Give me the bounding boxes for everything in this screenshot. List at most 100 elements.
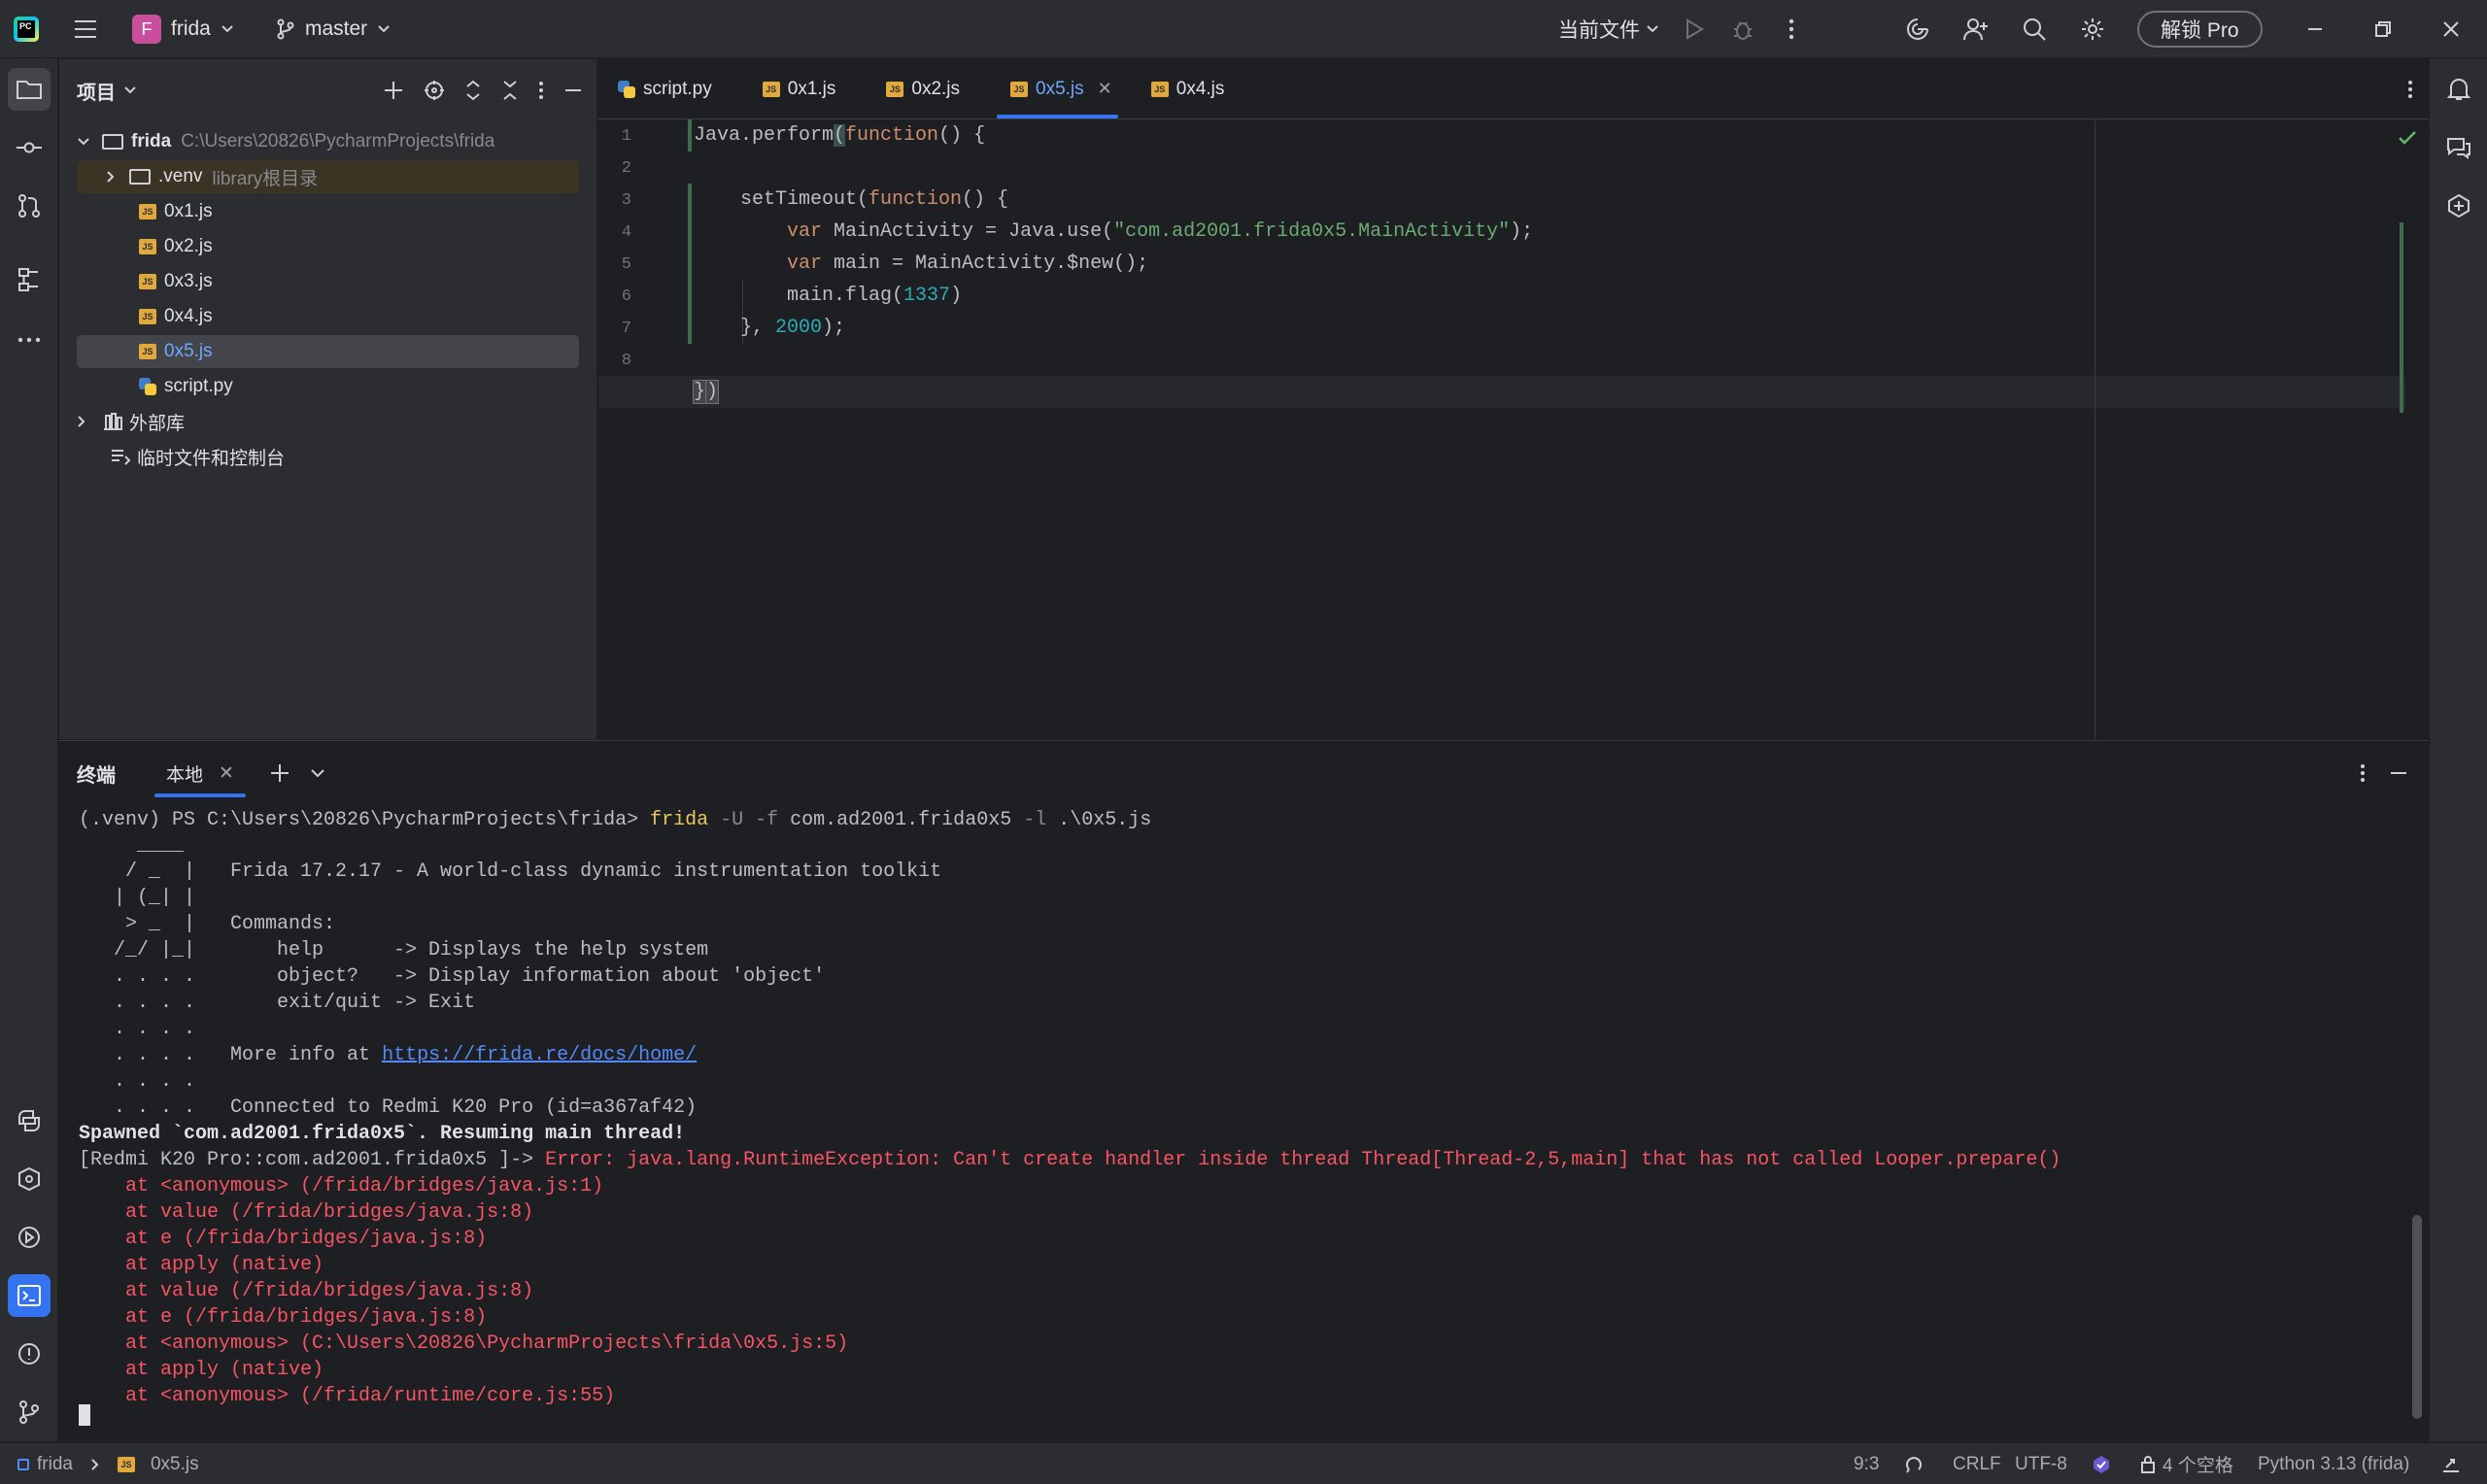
run-tool-icon[interactable] [8, 1216, 51, 1259]
project-widget[interactable]: F frida [132, 0, 234, 58]
hide-panel-icon[interactable] [563, 80, 583, 101]
chevron-down-icon [124, 86, 136, 94]
no-problems-check-icon[interactable] [2398, 129, 2417, 152]
tab-script-py[interactable]: script.py [598, 59, 733, 118]
chevron-right-icon [91, 1458, 99, 1470]
tree-scratches[interactable]: 临时文件和控制台 [77, 440, 579, 473]
title-bar: PC F frida master 当前文件 解锁 Pro [0, 0, 2487, 58]
readonly-toggle-icon[interactable] [1904, 1443, 1924, 1484]
new-file-icon[interactable] [383, 80, 404, 101]
services-icon[interactable] [8, 1158, 51, 1200]
code-line-3: setTimeout(function() { [694, 188, 1009, 211]
pycharm-logo-icon[interactable]: PC [14, 0, 45, 58]
settings-gear-icon[interactable] [2073, 0, 2112, 58]
banner-line: > _ | Commands: [79, 913, 336, 935]
project-panel-toolbar [383, 59, 583, 121]
code-line-7: }, 2000); [694, 317, 846, 339]
commit-tool-icon[interactable] [8, 126, 51, 169]
pull-requests-icon[interactable] [8, 185, 51, 227]
banner-line: . . . . object? -> Display information a… [79, 965, 826, 988]
terminal-cursor [79, 1404, 90, 1426]
breadcrumb-file[interactable]: 0x5.js [151, 1454, 199, 1475]
main-menu-icon[interactable] [70, 0, 101, 58]
python-packages-icon[interactable] [8, 1099, 51, 1142]
ai-status-icon[interactable] [2091, 1443, 2112, 1484]
tab-0x4-js[interactable]: JS 0x4.js [1134, 59, 1246, 118]
close-tab-icon[interactable]: ✕ [1098, 79, 1112, 99]
line-separator[interactable]: CRLF [1953, 1443, 2001, 1484]
folder-icon [102, 134, 123, 150]
tab-options-icon[interactable] [2407, 59, 2413, 119]
breadcrumb-project[interactable]: frida [37, 1454, 73, 1475]
project-panel: 项目 frida C:\Users\20826\PycharmProjects\… [59, 59, 597, 739]
project-tool-folder-icon[interactable] [8, 68, 51, 111]
stack-frame: at <anonymous> (C:\Users\20826\PycharmPr… [79, 1332, 849, 1355]
terminal-scrollbar[interactable] [2412, 1215, 2422, 1419]
hide-panel-icon[interactable] [2389, 762, 2408, 784]
run-icon[interactable] [1675, 0, 1714, 58]
tab-0x1-js[interactable]: JS 0x1.js [733, 59, 858, 118]
editor-scroll-marker [2400, 222, 2403, 413]
run-config-selector[interactable]: 当前文件 [1558, 0, 1659, 58]
tree-file-0x5[interactable]: JS 0x5.js [77, 335, 579, 368]
frida-docs-link[interactable]: https://frida.re/docs/home/ [382, 1044, 697, 1066]
project-badge: F [132, 15, 161, 44]
terminal-tool-icon[interactable] [8, 1274, 51, 1317]
tab-0x2-js[interactable]: JS 0x2.js [857, 59, 981, 118]
external-libraries-label: 外部库 [129, 413, 186, 434]
status-bar: frida JS 0x5.js 9:3 CRLF UTF-8 4 个空格 Pyt… [0, 1442, 2487, 1484]
tree-external-libraries[interactable]: 外部库 [77, 405, 579, 438]
tree-root-frida[interactable]: frida C:\Users\20826\PycharmProjects\fri… [77, 125, 579, 158]
more-actions-icon[interactable] [1772, 0, 1811, 58]
tree-file-0x4[interactable]: JS 0x4.js [77, 300, 579, 333]
tree-file-0x2[interactable]: JS 0x2.js [77, 230, 579, 263]
js-file-icon: JS [1150, 81, 1169, 97]
tab-label: 0x2.js [911, 78, 961, 99]
new-terminal-tab-icon[interactable] [269, 762, 290, 784]
collapse-all-icon[interactable] [501, 80, 519, 101]
git-tool-icon[interactable] [8, 1391, 51, 1433]
terminal-tab-local[interactable]: 本地 ✕ [154, 741, 246, 805]
vcs-branch-widget[interactable]: master [276, 0, 391, 58]
chevron-down-icon[interactable] [310, 768, 325, 778]
ai-agent-icon[interactable] [2437, 185, 2480, 227]
close-tab-icon[interactable]: ✕ [219, 762, 234, 785]
problems-icon[interactable] [8, 1332, 51, 1375]
python-interpreter[interactable]: Python 3.13 (frida) [2258, 1443, 2409, 1484]
structure-tool-icon[interactable] [8, 258, 51, 301]
add-user-icon[interactable] [1957, 0, 1995, 58]
locate-file-icon[interactable] [424, 80, 445, 101]
close-window-icon[interactable] [2425, 0, 2477, 58]
terminal-options-icon[interactable] [2360, 762, 2366, 784]
tree-file-0x1[interactable]: JS 0x1.js [77, 195, 579, 228]
options-icon[interactable] [538, 80, 544, 101]
debug-icon[interactable] [1723, 0, 1762, 58]
terminal-header: 终端 本地 ✕ [59, 741, 2428, 805]
left-tool-strip [0, 58, 58, 1441]
search-icon[interactable] [2015, 0, 2054, 58]
expand-all-icon[interactable] [464, 80, 482, 101]
line-number: 2 [621, 159, 631, 178]
indent-widget[interactable]: 4 个空格 [2139, 1443, 2233, 1484]
file-encoding[interactable]: UTF-8 [2015, 1443, 2067, 1484]
ai-chat-icon[interactable] [2437, 126, 2480, 169]
unlock-pro-button[interactable]: 解锁 Pro [2137, 11, 2263, 48]
editor-pane: script.py JS 0x1.js JS 0x2.js JS 0x5.js … [598, 59, 2429, 739]
terminal-output[interactable]: (.venv) PS C:\Users\20826\PycharmProject… [79, 807, 2408, 1419]
more-tools-icon[interactable] [8, 319, 51, 361]
tree-file-script-py[interactable]: script.py [77, 370, 579, 403]
caret-position[interactable]: 9:3 [1854, 1443, 1879, 1484]
notifications-bell-icon[interactable] [2437, 68, 2480, 111]
tree-file-0x3[interactable]: JS 0x3.js [77, 265, 579, 298]
tree-item-venv[interactable]: .venv library根目录 [77, 160, 579, 193]
minimize-window-icon[interactable] [2289, 0, 2341, 58]
tab-0x5-js[interactable]: JS 0x5.js ✕ [981, 59, 1134, 118]
vcs-change-marker[interactable] [688, 184, 692, 344]
restore-window-icon[interactable] [2357, 0, 2409, 58]
ai-assistant-icon[interactable] [1898, 0, 1937, 58]
git-status-icon[interactable] [2440, 1443, 2462, 1484]
code-area[interactable]: Java.perform(function() { setTimeout(fun… [598, 119, 2429, 739]
vcs-change-marker[interactable] [688, 119, 692, 152]
file-name: 0x4.js [164, 306, 213, 326]
file-name: 0x3.js [164, 271, 213, 291]
